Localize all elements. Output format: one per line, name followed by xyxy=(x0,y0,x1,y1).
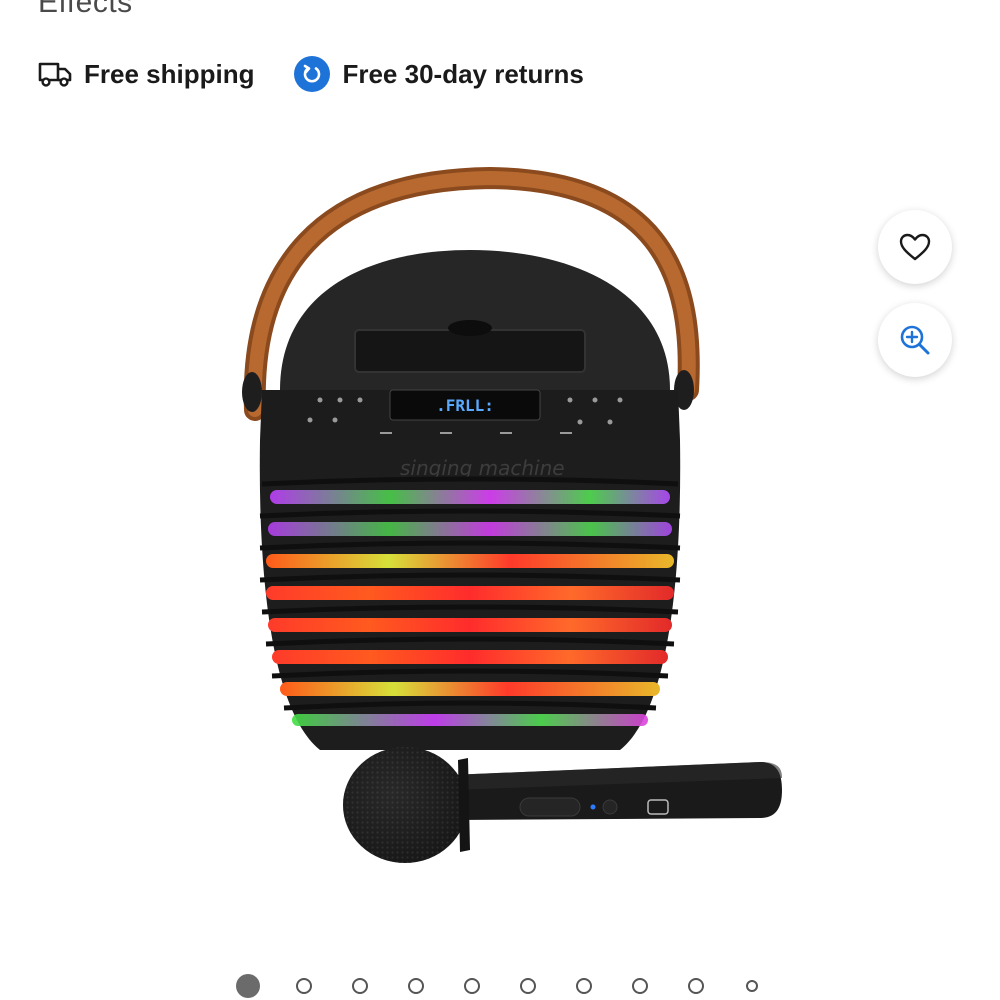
carousel-dot-4[interactable] xyxy=(408,978,424,994)
free-returns-label: Free 30-day returns xyxy=(342,58,584,89)
free-shipping-perk: Free shipping xyxy=(38,59,254,90)
return-arrow-icon xyxy=(294,56,331,92)
brand-logo-text: singing machine xyxy=(400,456,565,480)
carousel-dot-5[interactable] xyxy=(464,978,480,994)
carousel-dot-3[interactable] xyxy=(352,978,368,994)
carousel-dot-9[interactable] xyxy=(688,978,704,994)
carousel-dot-2[interactable] xyxy=(296,978,312,994)
carousel-dot-6[interactable] xyxy=(520,978,536,994)
add-to-favorites-button[interactable] xyxy=(878,210,952,284)
free-shipping-label: Free shipping xyxy=(84,58,255,89)
product-title-fragment: Effects xyxy=(38,0,133,19)
carousel-dot-8[interactable] xyxy=(632,978,648,994)
zoom-image-button[interactable] xyxy=(878,303,952,377)
zoom-in-icon xyxy=(900,325,930,355)
carousel-dot-1[interactable] xyxy=(236,974,260,998)
product-image[interactable]: .FRLL: singing machine xyxy=(200,150,840,890)
truck-icon xyxy=(38,61,72,87)
carousel-dot-7[interactable] xyxy=(576,978,592,994)
image-carousel-indicator xyxy=(0,974,1000,1000)
perks-row: Free shipping Free 30-day returns xyxy=(38,52,624,96)
heart-icon xyxy=(899,233,931,261)
carousel-dot-10[interactable] xyxy=(746,980,758,992)
free-returns-perk: Free 30-day returns xyxy=(294,56,584,92)
device-display-text: .FRLL: xyxy=(436,396,494,415)
